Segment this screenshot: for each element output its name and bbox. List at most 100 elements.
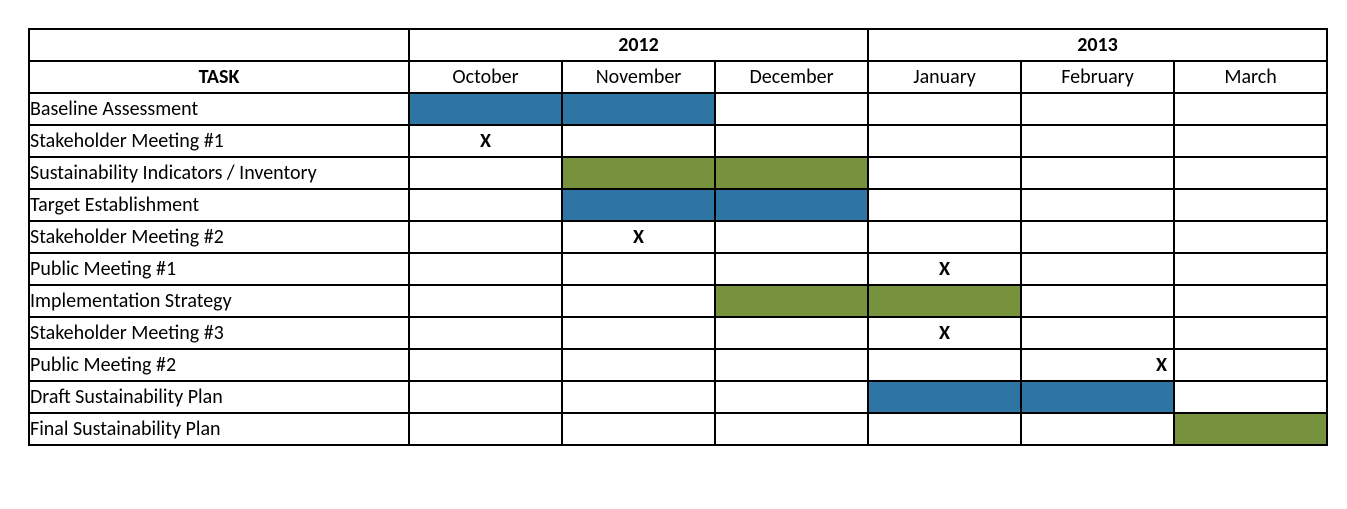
gantt-cell bbox=[1021, 221, 1174, 253]
gantt-cell bbox=[1174, 413, 1327, 445]
gantt-cell bbox=[1174, 221, 1327, 253]
gantt-cell bbox=[562, 413, 715, 445]
gantt-cell bbox=[715, 349, 868, 381]
table-row: Sustainability Indicators / Inventory bbox=[29, 157, 1327, 189]
gantt-cell bbox=[1174, 253, 1327, 285]
gantt-cell bbox=[1174, 157, 1327, 189]
month-header: March bbox=[1174, 61, 1327, 93]
table-row: Target Establishment bbox=[29, 189, 1327, 221]
gantt-cell bbox=[715, 381, 868, 413]
gantt-table: 2012 2013 TASK October November December… bbox=[28, 28, 1328, 446]
table-row: Baseline Assessment bbox=[29, 93, 1327, 125]
gantt-cell bbox=[868, 157, 1021, 189]
gantt-cell bbox=[409, 253, 562, 285]
gantt-cell bbox=[1174, 381, 1327, 413]
gantt-cell bbox=[409, 157, 562, 189]
gantt-cell bbox=[1021, 253, 1174, 285]
table-row: Public Meeting #2 X bbox=[29, 349, 1327, 381]
gantt-body: Baseline AssessmentStakeholder Meeting #… bbox=[29, 93, 1327, 445]
gantt-cell bbox=[562, 285, 715, 317]
month-header: November bbox=[562, 61, 715, 93]
gantt-cell bbox=[868, 125, 1021, 157]
gantt-cell bbox=[868, 381, 1021, 413]
gantt-cell bbox=[868, 349, 1021, 381]
gantt-cell bbox=[715, 413, 868, 445]
table-row: Implementation Strategy bbox=[29, 285, 1327, 317]
gantt-cell bbox=[1021, 157, 1174, 189]
gantt-cell bbox=[715, 125, 868, 157]
gantt-cell: X bbox=[1021, 349, 1174, 381]
gantt-cell bbox=[1021, 413, 1174, 445]
table-row: Public Meeting #1 X bbox=[29, 253, 1327, 285]
table-row: Stakeholder Meeting #1X bbox=[29, 125, 1327, 157]
gantt-cell bbox=[868, 413, 1021, 445]
gantt-cell bbox=[1021, 189, 1174, 221]
gantt-cell bbox=[715, 317, 868, 349]
table-row: Stakeholder Meeting #3 X bbox=[29, 317, 1327, 349]
gantt-cell bbox=[1021, 93, 1174, 125]
gantt-cell bbox=[868, 285, 1021, 317]
gantt-cell bbox=[868, 189, 1021, 221]
gantt-cell bbox=[409, 317, 562, 349]
year-header-2013: 2013 bbox=[868, 29, 1327, 61]
blank-corner bbox=[29, 29, 409, 61]
gantt-cell bbox=[1021, 381, 1174, 413]
gantt-cell bbox=[562, 125, 715, 157]
gantt-cell bbox=[409, 285, 562, 317]
gantt-cell bbox=[409, 413, 562, 445]
gantt-cell bbox=[562, 157, 715, 189]
gantt-cell bbox=[715, 189, 868, 221]
task-name: Public Meeting #1 bbox=[29, 253, 409, 285]
gantt-cell bbox=[409, 189, 562, 221]
gantt-cell bbox=[409, 221, 562, 253]
task-name: Public Meeting #2 bbox=[29, 349, 409, 381]
gantt-cell bbox=[1021, 285, 1174, 317]
task-name: Final Sustainability Plan bbox=[29, 413, 409, 445]
table-row: Final Sustainability Plan bbox=[29, 413, 1327, 445]
gantt-cell bbox=[409, 93, 562, 125]
gantt-cell bbox=[562, 317, 715, 349]
gantt-cell: X bbox=[562, 221, 715, 253]
gantt-cell bbox=[562, 189, 715, 221]
task-name: Stakeholder Meeting #3 bbox=[29, 317, 409, 349]
gantt-cell bbox=[868, 93, 1021, 125]
month-header: February bbox=[1021, 61, 1174, 93]
task-name: Draft Sustainability Plan bbox=[29, 381, 409, 413]
task-name: Baseline Assessment bbox=[29, 93, 409, 125]
task-name: Stakeholder Meeting #2 bbox=[29, 221, 409, 253]
gantt-cell bbox=[868, 221, 1021, 253]
gantt-cell: X bbox=[868, 317, 1021, 349]
month-header: December bbox=[715, 61, 868, 93]
table-row: Draft Sustainability Plan bbox=[29, 381, 1327, 413]
gantt-cell bbox=[409, 349, 562, 381]
task-name: Stakeholder Meeting #1 bbox=[29, 125, 409, 157]
gantt-cell bbox=[1021, 125, 1174, 157]
gantt-cell bbox=[715, 93, 868, 125]
gantt-cell bbox=[1174, 349, 1327, 381]
gantt-cell bbox=[1174, 125, 1327, 157]
gantt-cell bbox=[1174, 285, 1327, 317]
gantt-cell bbox=[715, 253, 868, 285]
gantt-cell bbox=[1174, 317, 1327, 349]
gantt-cell bbox=[562, 381, 715, 413]
gantt-cell: X bbox=[868, 253, 1021, 285]
gantt-cell bbox=[1174, 189, 1327, 221]
table-row: Stakeholder Meeting #2 X bbox=[29, 221, 1327, 253]
month-header: January bbox=[868, 61, 1021, 93]
gantt-cell bbox=[715, 221, 868, 253]
gantt-cell bbox=[409, 381, 562, 413]
task-name: Sustainability Indicators / Inventory bbox=[29, 157, 409, 189]
gantt-cell bbox=[715, 285, 868, 317]
month-header: October bbox=[409, 61, 562, 93]
gantt-cell: X bbox=[409, 125, 562, 157]
gantt-cell bbox=[562, 349, 715, 381]
task-column-header: TASK bbox=[29, 61, 409, 93]
year-header-2012: 2012 bbox=[409, 29, 868, 61]
task-name: Implementation Strategy bbox=[29, 285, 409, 317]
gantt-cell bbox=[715, 157, 868, 189]
gantt-cell bbox=[1174, 93, 1327, 125]
gantt-cell bbox=[562, 93, 715, 125]
task-name: Target Establishment bbox=[29, 189, 409, 221]
gantt-cell bbox=[1021, 317, 1174, 349]
gantt-cell bbox=[562, 253, 715, 285]
